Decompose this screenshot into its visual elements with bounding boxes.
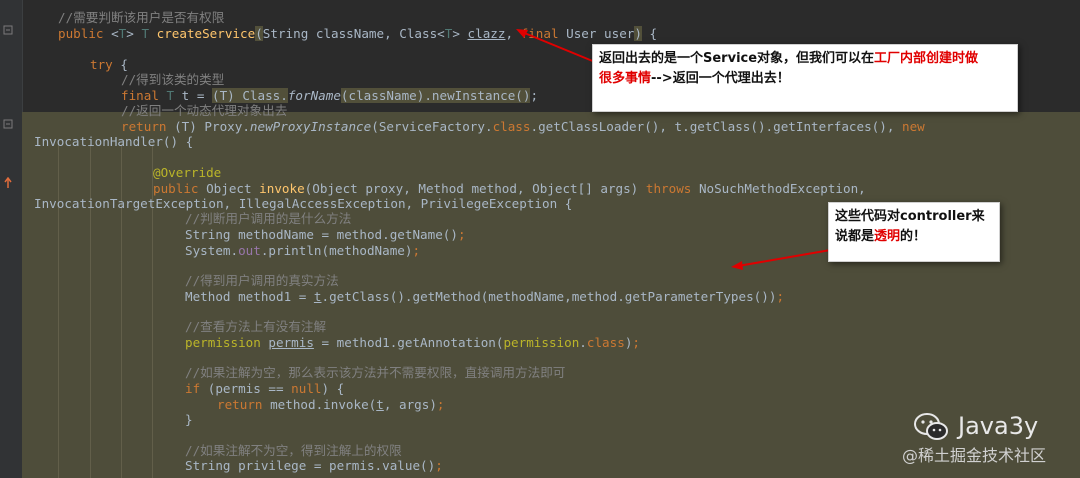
- arrow-to-invoke-body: [737, 247, 843, 267]
- arrowhead-icon: [516, 29, 528, 38]
- callout-service-proxy: 返回出去的是一个Service对象，但我们可以在工厂内部创建时做 很多事情-->…: [592, 44, 1018, 112]
- callout-text: 说都是: [835, 229, 875, 244]
- watermark-brand: Java3y: [958, 412, 1039, 440]
- callout-controller-transparent: 这些代码对controller来 说都是透明的！: [828, 202, 1000, 262]
- callout-highlight-text: 很多事情: [599, 71, 652, 86]
- arrow-to-signature: [521, 31, 596, 63]
- callout-highlight-text: 透明: [874, 229, 901, 244]
- callout-text: -->返回一个代理出去！: [651, 71, 790, 86]
- callout-text: 返回出去的是一个Service对象，但我们可以在: [599, 51, 875, 66]
- callout-text: 这些代码对controller来: [835, 209, 985, 224]
- callout-highlight-text: 工厂内部创建时做: [874, 51, 979, 66]
- watermark-site: @稀土掘金技术社区: [902, 446, 1047, 465]
- wechat-icon: [914, 412, 950, 446]
- callout-text: 的！: [900, 229, 927, 244]
- arrowhead-icon: [731, 261, 743, 270]
